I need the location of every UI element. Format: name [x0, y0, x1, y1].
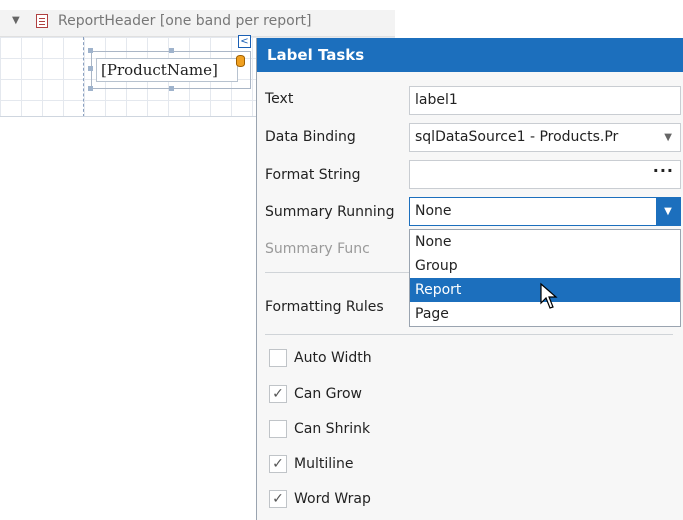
can-shrink-checkbox[interactable]: [269, 420, 287, 438]
data-binding-select[interactable]: sqlDataSource1 - Products.Pr ▼: [409, 123, 681, 152]
data-binding-label: Data Binding: [265, 129, 356, 145]
multiline-checkbox[interactable]: ✓: [269, 455, 287, 473]
word-wrap-checkbox[interactable]: ✓: [269, 490, 287, 508]
dropdown-option-none[interactable]: None: [410, 230, 680, 254]
multiline-label: Multiline: [294, 456, 354, 472]
report-header-band[interactable]: ▼ ReportHeader [one band per report]: [0, 10, 395, 37]
summary-func-label: Summary Func: [265, 241, 370, 257]
resize-handle[interactable]: [169, 48, 174, 53]
auto-width-label: Auto Width: [294, 350, 372, 366]
divider: [265, 334, 673, 335]
band-icon: [36, 14, 48, 28]
panel-title: Label Tasks: [257, 38, 683, 72]
can-grow-label: Can Grow: [294, 386, 362, 402]
word-wrap-label: Word Wrap: [294, 491, 371, 507]
formatting-rules-label[interactable]: Formatting Rules: [265, 299, 384, 315]
collapse-arrow-icon[interactable]: ▼: [12, 15, 20, 26]
summary-running-value: None: [415, 203, 452, 219]
resize-handle[interactable]: [88, 86, 93, 91]
ellipsis-icon[interactable]: ···: [653, 161, 674, 184]
margin-line: [83, 37, 84, 117]
data-binding-value: sqlDataSource1 - Products.Pr: [415, 129, 619, 145]
auto-width-checkbox[interactable]: [269, 349, 287, 367]
format-string-input[interactable]: ···: [409, 160, 681, 189]
dropdown-button-icon[interactable]: ▼: [656, 198, 680, 225]
can-shrink-label: Can Shrink: [294, 421, 371, 437]
label-control[interactable]: [ProductName]: [96, 58, 238, 82]
smart-tag-button[interactable]: <: [238, 35, 251, 48]
band-title: ReportHeader [one band per report]: [58, 13, 312, 29]
text-label: Text: [265, 91, 294, 107]
dropdown-option-group[interactable]: Group: [410, 254, 680, 278]
resize-handle[interactable]: [169, 86, 174, 91]
text-input[interactable]: label1: [409, 86, 681, 115]
resize-handle[interactable]: [88, 66, 93, 71]
mouse-pointer-icon: [540, 282, 558, 309]
format-string-label: Format String: [265, 167, 361, 183]
database-icon: [236, 55, 245, 67]
label-tasks-panel: Label Tasks Text label1 Data Binding sql…: [256, 38, 683, 520]
summary-running-select[interactable]: None ▼: [409, 197, 681, 226]
chevron-down-icon: ▼: [664, 132, 672, 143]
resize-handle[interactable]: [88, 48, 93, 53]
can-grow-checkbox[interactable]: ✓: [269, 385, 287, 403]
summary-running-label: Summary Running: [265, 204, 395, 220]
